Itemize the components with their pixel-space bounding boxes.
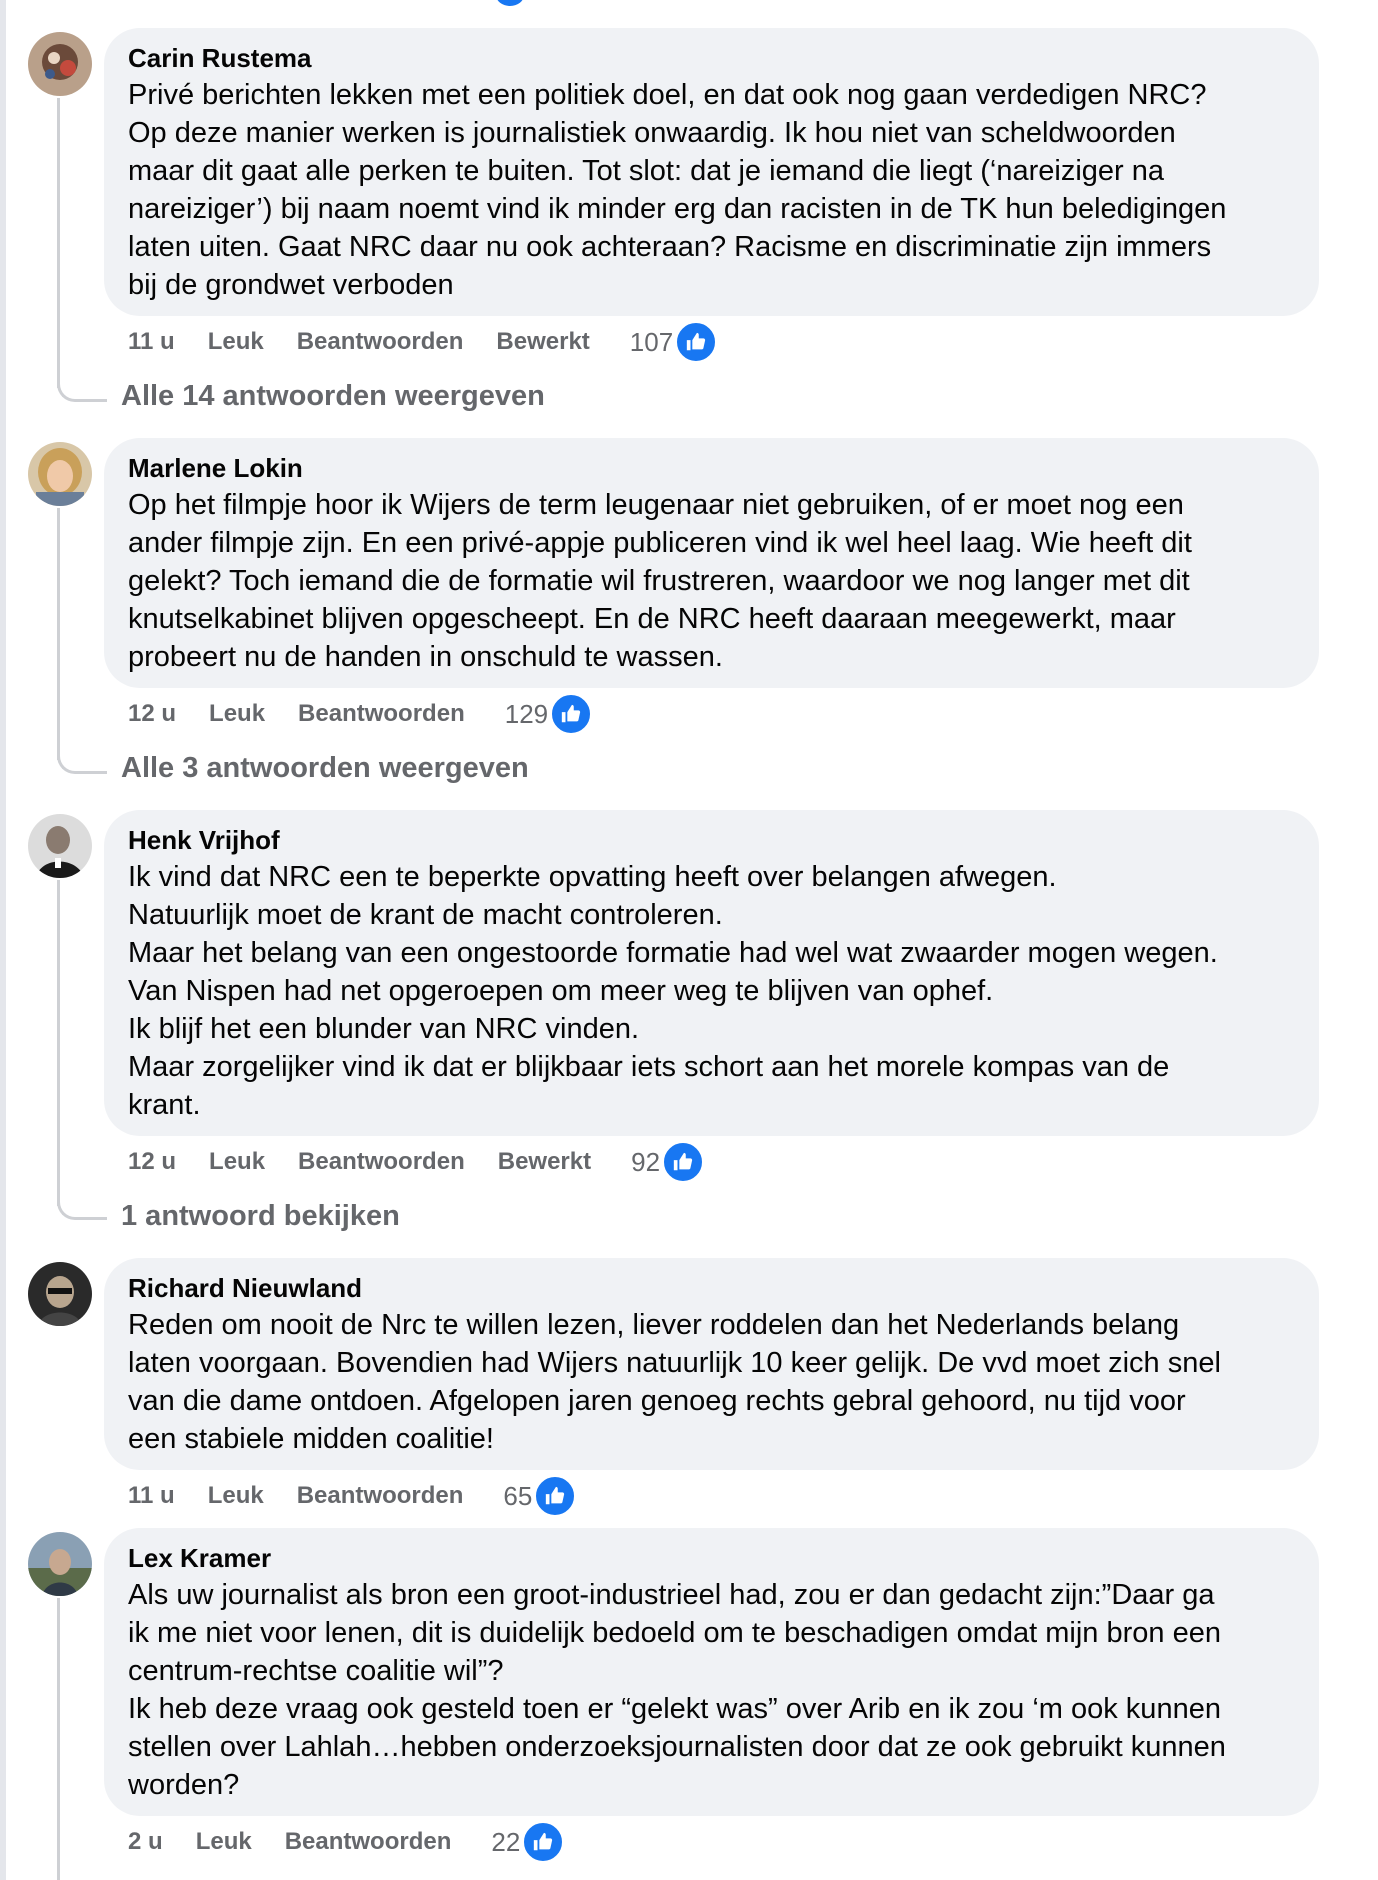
comment-author[interactable]: Lex Kramer — [128, 1542, 1295, 1574]
like-count[interactable]: 92 — [631, 1147, 660, 1178]
reply-button[interactable]: Beantwoorden — [298, 1148, 465, 1176]
avatar[interactable] — [28, 32, 92, 96]
like-button[interactable]: Leuk — [209, 1148, 265, 1176]
like-count[interactable]: 22 — [491, 1827, 520, 1858]
comment-text: Privé berichten lekken met een politiek … — [128, 79, 1227, 301]
comment-actions: 11 u Leuk Beantwoorden Bewerkt 107 — [128, 321, 718, 363]
edited-label[interactable]: Bewerkt — [498, 1148, 591, 1176]
comment-time[interactable]: 11 u — [128, 1482, 175, 1510]
view-replies-link[interactable]: 1 antwoord bekijken — [121, 1200, 400, 1233]
comment-bubble: Richard Nieuwland Reden om nooit de Nrc … — [104, 1258, 1319, 1470]
comment-bubble: Carin Rustema Privé berichten lekken met… — [104, 28, 1319, 316]
thread-line — [57, 508, 60, 760]
view-replies-link[interactable]: Alle 3 antwoorden weergeven — [121, 752, 529, 785]
top-like-badge — [496, 0, 524, 6]
left-edge — [0, 0, 6, 1880]
avatar[interactable] — [28, 814, 92, 878]
comment-author[interactable]: Henk Vrijhof — [128, 824, 1295, 856]
thumbs-up-icon — [550, 693, 593, 735]
comment-time[interactable]: 12 u — [128, 700, 176, 728]
comment-text: Ik vind dat NRC een te beperkte opvattin… — [128, 861, 1218, 1121]
like-button[interactable]: Leuk — [208, 1482, 264, 1510]
thumbs-up-icon — [662, 1141, 705, 1183]
view-replies-link[interactable]: Alle 14 antwoorden weergeven — [121, 380, 545, 413]
like-button[interactable]: Leuk — [208, 328, 264, 356]
thread-connector — [57, 756, 107, 774]
reply-button[interactable]: Beantwoorden — [297, 1482, 464, 1510]
comment-actions: 2 u Leuk Beantwoorden 22 — [128, 1821, 565, 1863]
reply-button[interactable]: Beantwoorden — [298, 700, 465, 728]
thread-line — [57, 880, 60, 1206]
reply-button[interactable]: Beantwoorden — [297, 328, 464, 356]
comment-actions: 11 u Leuk Beantwoorden 65 — [128, 1475, 577, 1517]
like-button[interactable]: Leuk — [209, 700, 265, 728]
thread-line — [57, 98, 60, 388]
thumbs-up-icon — [675, 321, 718, 363]
thumbs-up-icon — [534, 1475, 577, 1517]
comment-bubble: Marlene Lokin Op het filmpje hoor ik Wij… — [104, 438, 1319, 688]
avatar[interactable] — [28, 442, 92, 506]
thread-line — [57, 1598, 60, 1880]
like-count[interactable]: 129 — [505, 699, 548, 730]
avatar[interactable] — [28, 1262, 92, 1326]
thread-connector — [57, 1202, 107, 1220]
reply-button[interactable]: Beantwoorden — [285, 1828, 452, 1856]
comment-bubble: Henk Vrijhof Ik vind dat NRC een te bepe… — [104, 810, 1319, 1136]
comment-actions: 12 u Leuk Beantwoorden 129 — [128, 693, 593, 735]
comment-text: Op het filmpje hoor ik Wijers de term le… — [128, 489, 1192, 673]
comment-author[interactable]: Marlene Lokin — [128, 452, 1295, 484]
comment-actions: 12 u Leuk Beantwoorden Bewerkt 92 — [128, 1141, 705, 1183]
avatar[interactable] — [28, 1532, 92, 1596]
thread-connector — [57, 384, 107, 402]
comment-time[interactable]: 11 u — [128, 328, 175, 356]
comment-text: Reden om nooit de Nrc te willen lezen, l… — [128, 1309, 1221, 1455]
thumbs-up-icon — [522, 1821, 565, 1863]
like-count[interactable]: 65 — [503, 1481, 532, 1512]
comment-bubble: Lex Kramer Als uw journalist als bron ee… — [104, 1528, 1319, 1816]
comment-author[interactable]: Carin Rustema — [128, 42, 1295, 74]
like-count[interactable]: 107 — [630, 327, 673, 358]
comment-author[interactable]: Richard Nieuwland — [128, 1272, 1295, 1304]
edited-label[interactable]: Bewerkt — [496, 328, 589, 356]
comment-time[interactable]: 2 u — [128, 1828, 163, 1856]
comment-text: Als uw journalist als bron een groot-ind… — [128, 1579, 1226, 1801]
comment-time[interactable]: 12 u — [128, 1148, 176, 1176]
like-button[interactable]: Leuk — [196, 1828, 252, 1856]
